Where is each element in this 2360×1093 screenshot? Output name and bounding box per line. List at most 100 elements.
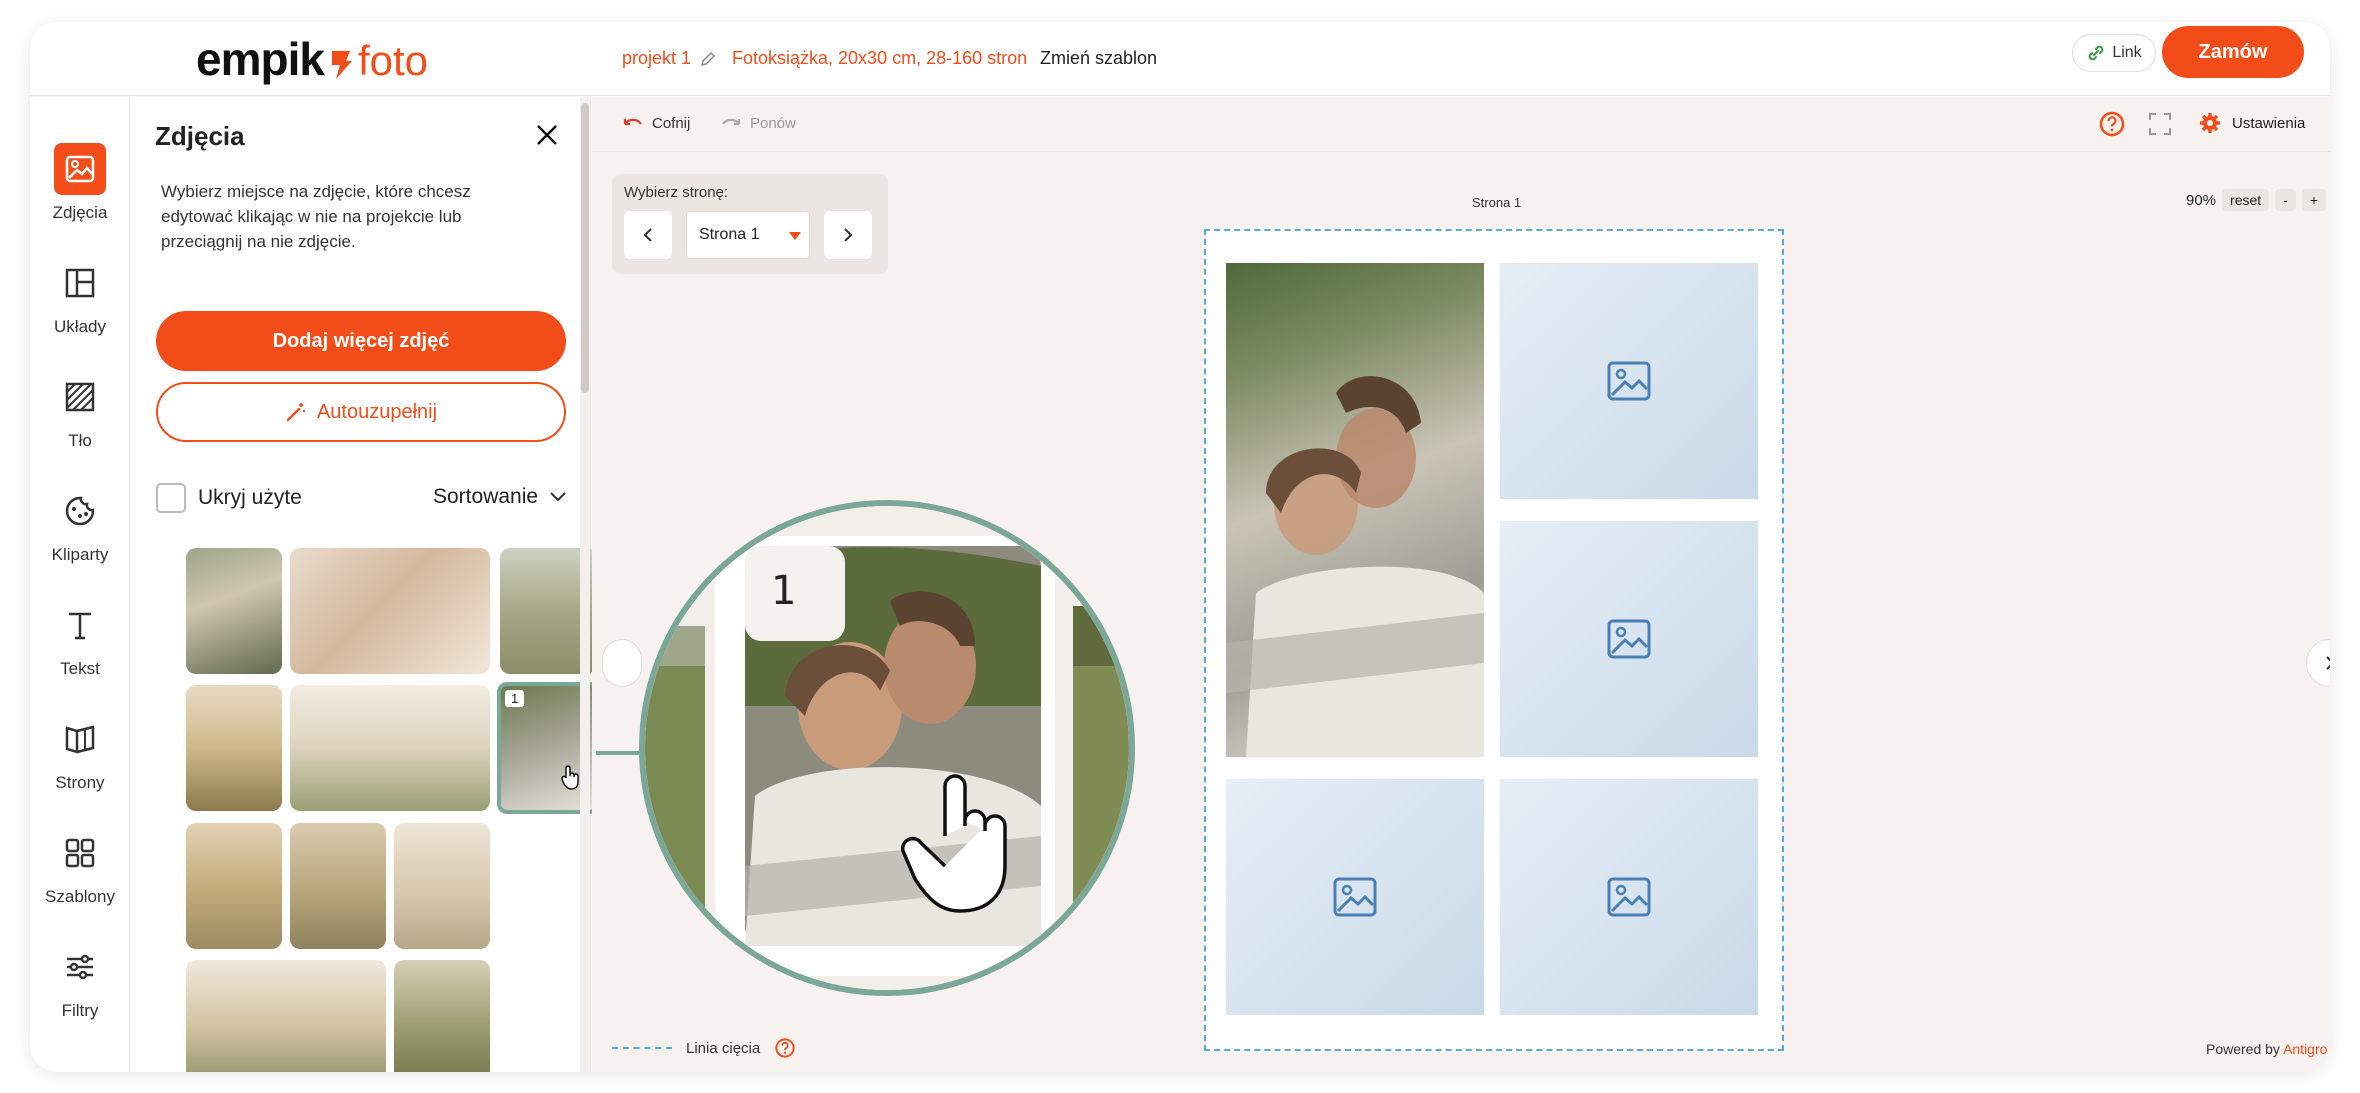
powered-by: Powered by Antigro <box>2206 1041 2327 1057</box>
settings-label: Ustawienia <box>2232 114 2306 132</box>
photo-thumbnail[interactable] <box>290 823 386 949</box>
rail-label: Szablony <box>45 887 115 906</box>
zoom-level: 90% <box>2186 191 2217 209</box>
image-placeholder-icon <box>1607 877 1651 917</box>
background-icon <box>54 371 106 423</box>
previous-page-button[interactable] <box>624 211 672 259</box>
magnifier-number: 1 <box>771 568 797 614</box>
pencil-icon[interactable] <box>699 50 717 68</box>
image-placeholder-icon <box>1607 619 1651 659</box>
undo-button[interactable]: Cofnij <box>622 115 690 132</box>
cut-line-legend: Linia cięcia <box>612 1037 796 1059</box>
project-name[interactable]: projekt 1 <box>622 48 727 69</box>
photo-thumbnail[interactable] <box>394 823 490 949</box>
powered-by-brand[interactable]: Antigro <box>2283 1041 2327 1057</box>
add-more-photos-button[interactable]: Dodaj więcej zdjęć <box>156 311 566 371</box>
hand-cursor-icon <box>561 765 579 790</box>
top-header: empik foto projekt 1 Fotoksiążka, 20x30 … <box>30 22 2330 96</box>
settings-button[interactable]: Ustawienia <box>2198 111 2305 135</box>
image-placeholder-icon <box>1333 877 1377 917</box>
pages-icon <box>54 713 106 765</box>
rail-label: Tło <box>68 431 92 450</box>
rail-item-photos[interactable]: Zdjęcia <box>30 143 130 243</box>
hide-used-label: Ukryj użyte <box>198 486 302 509</box>
text-icon <box>54 599 106 651</box>
rail-item-layouts[interactable]: Układy <box>30 257 130 357</box>
app-window: empik foto projekt 1 Fotoksiążka, 20x30 … <box>30 22 2330 1072</box>
rail-item-pages[interactable]: Strony <box>30 713 130 813</box>
redo-button[interactable]: Ponów <box>720 115 796 132</box>
photos-panel: Zdjęcia Wybierz miejsce na zdjęcie, któr… <box>131 97 599 1072</box>
panel-scrollbar-thumb[interactable] <box>581 103 589 393</box>
rail-item-background[interactable]: Tło <box>30 371 130 471</box>
close-icon[interactable] <box>533 121 561 149</box>
layout-icon <box>54 257 106 309</box>
photo-slot-filled[interactable] <box>1226 263 1484 757</box>
photo-thumbnail[interactable] <box>290 685 490 811</box>
rail-label: Strony <box>55 773 105 792</box>
undo-icon <box>623 118 642 125</box>
rail-item-cliparts[interactable]: Kliparty <box>30 485 130 585</box>
rail-label: Układy <box>54 317 106 336</box>
page-selector-label: Wybierz stronę: <box>624 184 729 201</box>
page-label: Strona 1 <box>1472 195 1522 210</box>
zoom-out-button[interactable]: - <box>2275 189 2296 211</box>
rail-item-filters[interactable]: Filtry <box>30 941 130 1041</box>
templates-icon <box>54 827 106 879</box>
redo-icon <box>722 118 741 125</box>
tool-rail: Zdjęcia Układy Tło Kliparty Tekst Strony… <box>30 97 130 1072</box>
logo-mark-icon <box>331 51 352 79</box>
photo-slot-empty[interactable] <box>1500 779 1758 1015</box>
help-icon[interactable] <box>774 1037 796 1059</box>
share-link-button[interactable]: Link <box>2072 34 2156 72</box>
photo-thumbnail[interactable] <box>186 685 282 811</box>
zoom-in-button[interactable]: + <box>2301 189 2327 211</box>
logo-foto-text: foto <box>357 37 429 84</box>
hide-used-checkbox[interactable] <box>156 483 186 513</box>
image-icon <box>54 143 106 195</box>
previous-spread-button[interactable] <box>602 639 642 687</box>
photo-thumbnail[interactable] <box>290 548 490 674</box>
panel-title: Zdjęcia <box>155 121 245 151</box>
sort-label: Sortowanie <box>433 485 539 508</box>
photo-thumbnail[interactable] <box>186 548 282 674</box>
change-template-link[interactable]: Zmień szablon <box>1040 48 1157 69</box>
chevron-right-icon <box>2326 656 2330 670</box>
empik-foto-logo[interactable]: empik foto <box>196 32 428 86</box>
couple-photo <box>1226 376 1484 757</box>
photo-thumbnail[interactable] <box>186 960 386 1072</box>
rail-label: Tekst <box>60 659 100 678</box>
fullscreen-icon[interactable] <box>2148 112 2172 136</box>
photo-thumbnail[interactable] <box>186 823 282 949</box>
help-icon[interactable] <box>2098 110 2126 138</box>
photo-slot-empty[interactable] <box>1500 521 1758 757</box>
rail-label: Filtry <box>61 1001 99 1020</box>
next-spread-button[interactable] <box>2306 639 2330 687</box>
rail-item-templates[interactable]: Szablony <box>30 827 130 927</box>
rail-item-text[interactable]: Tekst <box>30 599 130 699</box>
photo-slot-empty[interactable] <box>1500 263 1758 499</box>
autofill-label: Autouzupełnij <box>316 400 438 423</box>
photo-thumbnail[interactable] <box>394 960 490 1072</box>
zoom-reset-button[interactable]: reset <box>2222 189 2270 211</box>
next-page-button[interactable] <box>824 211 872 259</box>
magic-wand-icon <box>286 403 305 422</box>
chevron-right-icon <box>844 228 853 242</box>
panel-scrollbar[interactable] <box>580 97 590 1072</box>
rail-label: Kliparty <box>51 545 109 564</box>
clipart-icon <box>54 485 106 537</box>
sort-dropdown[interactable]: Sortowanie <box>433 485 568 509</box>
page-dropdown[interactable]: Strona 1 <box>686 211 810 259</box>
chevron-down-icon <box>550 492 566 502</box>
photobook-page <box>1204 229 1784 1051</box>
editor-toolbar: Cofnij Ponów Ustawienia <box>592 97 2330 152</box>
autofill-button[interactable]: Autouzupełnij <box>156 382 566 442</box>
order-button[interactable]: Zamów <box>2162 26 2304 78</box>
powered-by-label: Powered by <box>2206 1041 2280 1057</box>
photo-slot-empty[interactable] <box>1226 779 1484 1015</box>
magnifier-callout: 1 <box>639 500 1135 996</box>
zoom-controls: 90% reset - + <box>2186 189 2327 211</box>
link-label: Link <box>2112 44 2142 61</box>
logo-empik-text: empik <box>196 33 325 85</box>
hide-used-toggle[interactable]: Ukryj użyte <box>156 483 302 513</box>
